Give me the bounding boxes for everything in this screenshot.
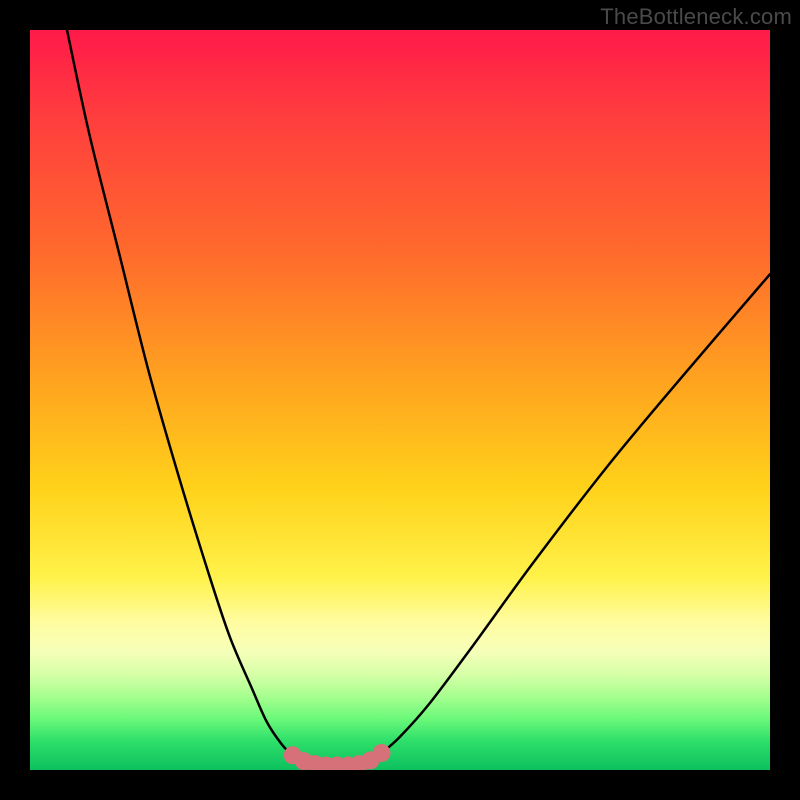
- watermark-text: TheBottleneck.com: [600, 4, 792, 30]
- curve-path: [67, 30, 770, 766]
- valley-marker: [373, 744, 391, 762]
- bottleneck-curve: [30, 30, 770, 770]
- plot-area: [30, 30, 770, 770]
- chart-frame: TheBottleneck.com: [0, 0, 800, 800]
